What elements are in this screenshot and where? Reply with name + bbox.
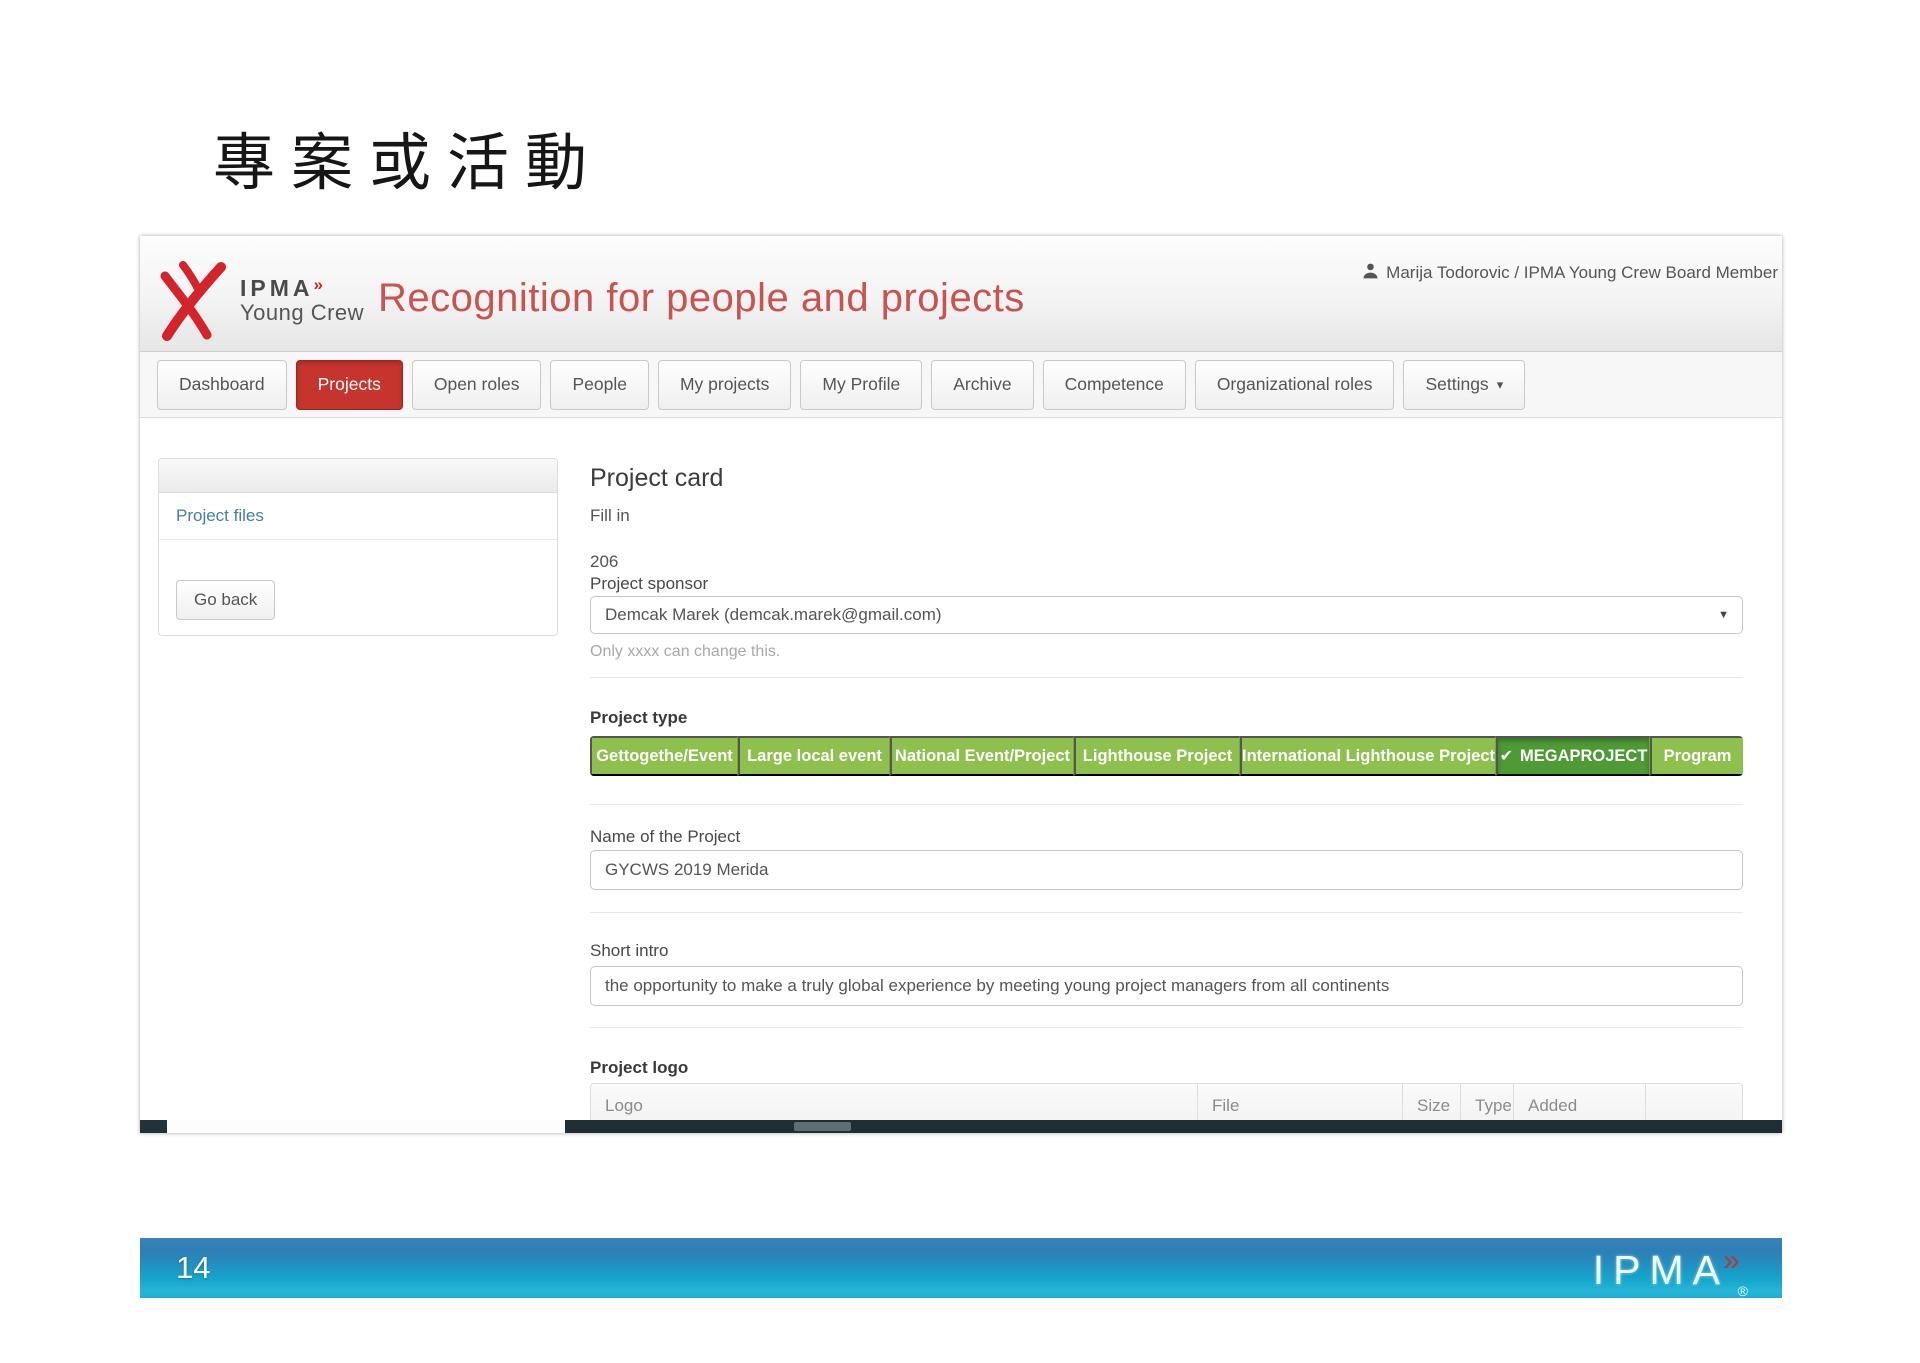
sidebar-item-project-files[interactable]: Project files xyxy=(159,493,557,540)
type-international-lighthouse-project-button[interactable]: International Lighthouse Project xyxy=(1240,736,1496,776)
page-title: Project card xyxy=(590,464,1743,492)
main-nav: Dashboard Projects Open roles People My … xyxy=(140,352,1782,418)
nav-competence[interactable]: Competence xyxy=(1043,360,1186,410)
nav-dashboard[interactable]: Dashboard xyxy=(157,360,287,410)
caret-down-icon: ▾ xyxy=(1497,377,1504,393)
check-icon: ✔ xyxy=(1500,746,1513,766)
project-sponsor-label: Project sponsor xyxy=(590,574,1743,594)
scrollbar-thumb[interactable] xyxy=(794,1122,851,1131)
type-megaproject-button[interactable]: ✔ MEGAPROJECT xyxy=(1496,736,1650,776)
user-menu[interactable]: Marija Todorovic / IPMA Young Crew Board… xyxy=(1362,262,1778,284)
page-number: 14 xyxy=(176,1250,210,1286)
project-logo-table-header: Logo File Size Type Added xyxy=(590,1083,1743,1120)
sponsor-hint: Only xxxx can change this. xyxy=(590,643,1743,661)
nav-open-roles[interactable]: Open roles xyxy=(412,360,542,410)
brand-chevron-icon: » xyxy=(314,275,323,294)
select-caret-icon: ▼ xyxy=(1718,609,1729,621)
app-window: IPMA» Young Crew Recognition for people … xyxy=(140,236,1782,1133)
user-icon xyxy=(1362,262,1379,284)
project-type-group: Gettogethe/Event Large local event Natio… xyxy=(590,736,1743,776)
column-header-size: Size xyxy=(1403,1084,1461,1120)
divider xyxy=(590,804,1743,805)
slide: { "slide": { "title": "專案或活動" }, "header… xyxy=(0,0,1920,1363)
type-gettogether-event-button[interactable]: Gettogethe/Event xyxy=(590,736,738,776)
sidebar-panel-header xyxy=(159,459,557,493)
project-record-id: 206 xyxy=(590,552,1743,572)
user-name-role: Marija Todorovic / IPMA Young Crew Board… xyxy=(1386,263,1778,283)
project-name-input[interactable] xyxy=(590,850,1743,890)
type-national-event-project-button[interactable]: National Event/Project xyxy=(890,736,1074,776)
sidebar-panel-body: Go back xyxy=(159,540,557,635)
app-header: IPMA» Young Crew Recognition for people … xyxy=(140,236,1782,352)
nav-archive[interactable]: Archive xyxy=(931,360,1033,410)
form-subtitle: Fill in xyxy=(590,506,1743,526)
divider xyxy=(590,677,1743,678)
go-back-button[interactable]: Go back xyxy=(176,580,275,620)
column-header-actions xyxy=(1646,1084,1742,1120)
nav-settings[interactable]: Settings ▾ xyxy=(1403,360,1525,410)
divider xyxy=(590,1027,1743,1028)
sidebar-panel: Project files Go back xyxy=(158,458,558,636)
project-type-label: Project type xyxy=(590,708,1743,728)
app-content: Project files Go back Project card Fill … xyxy=(140,418,1782,1120)
divider xyxy=(590,912,1743,913)
footer-logo-chevron-icon: » xyxy=(1723,1244,1740,1277)
ipma-footer-logo: IPMA» ® xyxy=(1593,1244,1748,1299)
nav-projects[interactable]: Projects xyxy=(296,360,403,410)
brand-text: IPMA» Young Crew xyxy=(240,276,364,325)
brand-subtitle: Young Crew xyxy=(240,301,364,325)
column-header-added: Added xyxy=(1514,1084,1646,1120)
project-sponsor-value: Demcak Marek (demcak.marek@gmail.com) xyxy=(605,605,942,625)
registered-mark: ® xyxy=(1738,1283,1748,1299)
footer-logo-text: IPMA xyxy=(1593,1247,1729,1293)
nav-people[interactable]: People xyxy=(550,360,649,410)
scrollbar-track-left xyxy=(140,1120,167,1133)
type-lighthouse-project-button[interactable]: Lighthouse Project xyxy=(1074,736,1240,776)
brand-name: IPMA xyxy=(240,275,314,301)
column-header-type: Type xyxy=(1461,1084,1514,1120)
project-logo-label: Project logo xyxy=(590,1058,1743,1078)
scrollbar-track[interactable] xyxy=(565,1120,1782,1133)
project-name-label: Name of the Project xyxy=(590,827,1743,847)
ipma-young-crew-logo-icon xyxy=(152,252,232,347)
project-sponsor-select[interactable]: Demcak Marek (demcak.marek@gmail.com) ▼ xyxy=(590,596,1743,634)
column-header-file: File xyxy=(1198,1084,1403,1120)
type-large-local-event-button[interactable]: Large local event xyxy=(738,736,890,776)
project-card-form: Project card Fill in 206 Project sponsor… xyxy=(590,418,1743,1120)
short-intro-label: Short intro xyxy=(590,941,1743,961)
slide-title: 專案或活動 xyxy=(213,112,603,202)
horizontal-scrollbar xyxy=(140,1120,1782,1133)
nav-organizational-roles[interactable]: Organizational roles xyxy=(1195,360,1395,410)
type-program-button[interactable]: Program xyxy=(1650,736,1743,776)
nav-my-profile[interactable]: My Profile xyxy=(800,360,922,410)
app-title: Recognition for people and projects xyxy=(378,276,1025,321)
short-intro-input[interactable] xyxy=(590,966,1743,1006)
slide-footer: 14 IPMA» ® xyxy=(140,1238,1782,1298)
sidebar: Project files Go back xyxy=(158,458,558,1120)
column-header-logo: Logo xyxy=(591,1084,1198,1120)
nav-my-projects[interactable]: My projects xyxy=(658,360,791,410)
